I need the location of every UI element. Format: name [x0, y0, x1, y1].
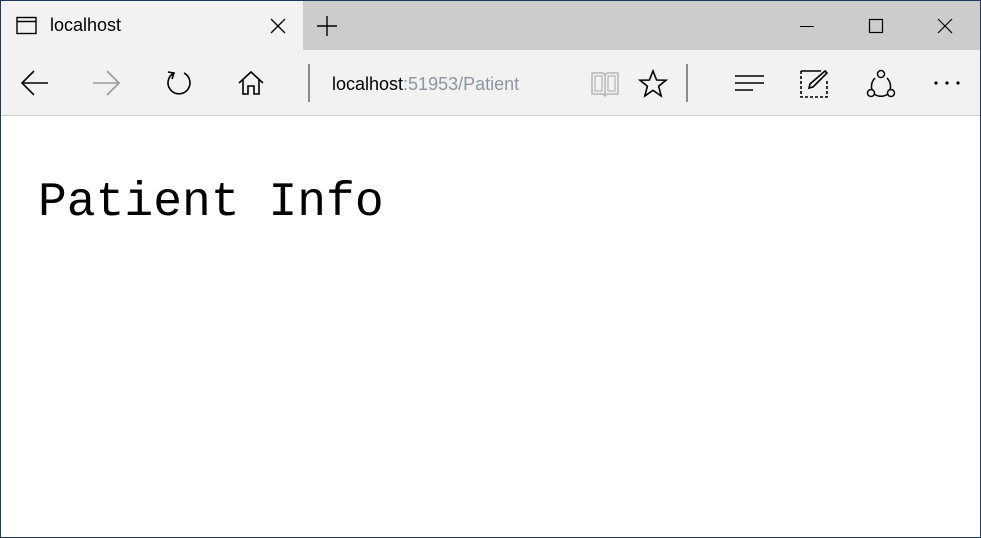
title-bar: localhost	[1, 1, 980, 50]
share-icon	[866, 69, 896, 98]
refresh-button[interactable]	[162, 66, 196, 100]
tab-localhost[interactable]: localhost	[1, 1, 303, 50]
favorite-button[interactable]	[635, 66, 669, 100]
hub-icon	[735, 75, 764, 91]
web-note-button[interactable]	[796, 66, 830, 100]
maximize-icon	[868, 18, 884, 34]
back-button[interactable]	[18, 66, 52, 100]
hub-button[interactable]	[730, 66, 764, 100]
reading-view-icon	[591, 72, 619, 97]
page-title: Patient Info	[38, 176, 384, 230]
url-host: localhost	[332, 74, 404, 94]
back-icon	[21, 70, 48, 96]
toolbar-divider	[308, 64, 310, 102]
favorite-star-icon	[638, 69, 668, 98]
reading-view-button[interactable]	[587, 66, 621, 100]
page-content: Patient Info	[1, 117, 980, 537]
home-button[interactable]	[234, 66, 268, 100]
close-tab-icon[interactable]	[269, 17, 287, 35]
url-path: :51953/Patient	[403, 74, 520, 94]
navigation-bar: localhost:51953/Patient	[1, 50, 980, 116]
refresh-icon	[167, 71, 191, 95]
home-icon	[238, 70, 264, 95]
web-note-icon	[800, 69, 829, 98]
minimize-button[interactable]	[773, 1, 842, 50]
forward-icon	[93, 70, 120, 96]
tab-title: localhost	[50, 15, 122, 35]
minimize-icon	[800, 26, 814, 27]
more-button[interactable]	[929, 66, 963, 100]
share-button[interactable]	[863, 66, 897, 100]
more-icon	[934, 81, 960, 85]
address-bar[interactable]: localhost:51953/Patient	[332, 73, 519, 95]
browser-window: localhost localhost:51953/Patient Patien…	[0, 0, 981, 538]
toolbar-divider	[686, 64, 688, 102]
forward-button[interactable]	[89, 66, 123, 100]
maximize-button[interactable]	[842, 1, 911, 50]
new-tab-icon[interactable]	[315, 14, 339, 38]
close-icon	[937, 18, 953, 34]
page-icon	[16, 16, 37, 35]
close-window-button[interactable]	[911, 1, 980, 50]
